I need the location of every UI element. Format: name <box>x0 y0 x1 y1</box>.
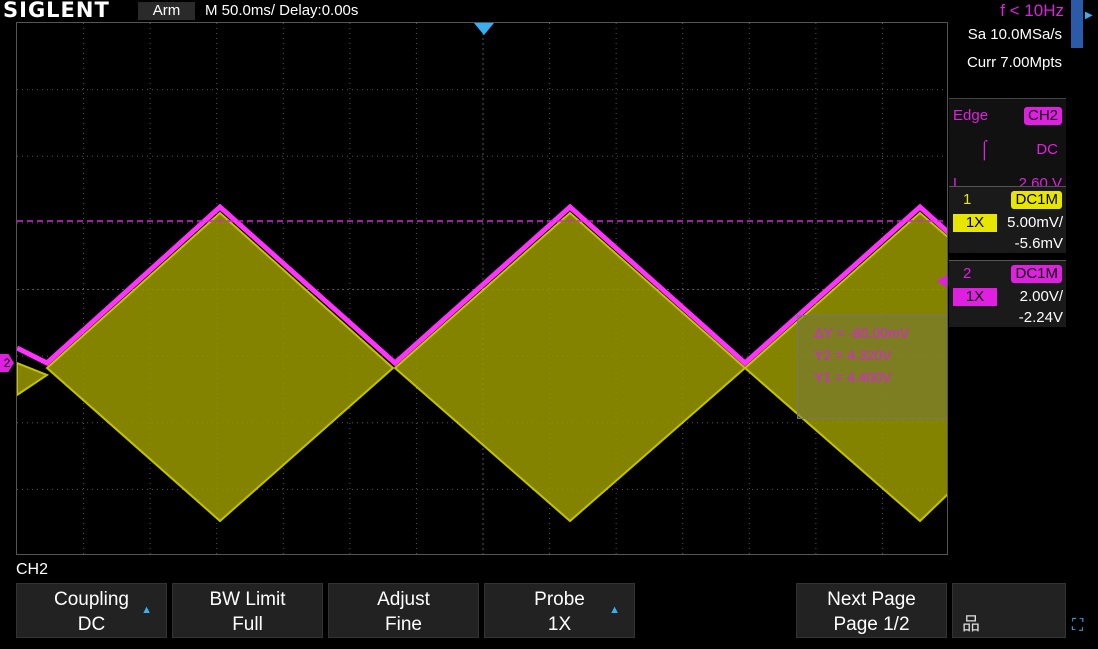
adjust-softkey[interactable]: Adjust Fine <box>328 583 479 638</box>
chevron-up-icon: ▲ <box>141 604 152 616</box>
ch2-marker-label: 2 <box>3 356 11 370</box>
cursor-y1: Y1 = 4.400V <box>814 369 892 385</box>
ch1-offset: -5.6mV <box>1014 235 1063 252</box>
ch2-scale: 2.00V/ <box>1019 288 1063 305</box>
run-status[interactable]: Arm <box>138 2 195 20</box>
rising-edge-icon: ⌠ <box>979 139 990 159</box>
fullscreen-icon[interactable]: ⛶ <box>1072 617 1083 635</box>
memory-depth: Curr 7.00Mpts <box>966 54 1062 71</box>
cursor-delta-y: ΔY = -80.00mV <box>814 325 910 341</box>
bw-limit-softkey[interactable]: BW Limit Full <box>172 583 323 638</box>
next-page-softkey[interactable]: Next Page Page 1/2 <box>796 583 947 638</box>
scroll-right-icon[interactable]: ▶ <box>1085 10 1093 21</box>
ch1-info-panel[interactable]: 1 DC1M 1X 5.00mV/ -5.6mV <box>949 186 1066 253</box>
trigger-type: Edge <box>953 107 989 124</box>
ch1-probe: 1X <box>953 214 997 232</box>
ch2-info-panel[interactable]: 2 DC1M 1X 2.00V/ -2.24V <box>949 260 1066 327</box>
waveform-svg <box>17 23 947 554</box>
bw-limit-value: Full <box>232 614 263 635</box>
cursor-y2: Y2 = 4.320V <box>814 347 892 363</box>
coupling-softkey[interactable]: Coupling DC ▲ <box>16 583 167 638</box>
ch1-number: 1 <box>963 191 972 208</box>
waveform-display[interactable]: ΔY = -80.00mV Y2 = 4.320V Y1 = 4.400V <box>16 22 948 555</box>
ch2-offset-marker[interactable]: 2 <box>0 354 14 372</box>
ch2-coupling: DC1M <box>1011 265 1062 283</box>
trigger-coupling: DC <box>1036 141 1058 158</box>
next-page-value: Page 1/2 <box>833 614 910 635</box>
cursor-measurement-box: ΔY = -80.00mV Y2 = 4.320V Y1 = 4.400V <box>797 315 947 419</box>
ch1-coupling: DC1M <box>1011 191 1062 209</box>
top-status-bar: SIGLENT Arm M 50.0ms/ Delay:0.00s f < 10… <box>0 0 1070 22</box>
timebase-readout[interactable]: M 50.0ms/ Delay:0.00s <box>205 2 358 20</box>
chevron-up-icon: ▲ <box>609 604 620 616</box>
probe-softkey[interactable]: Probe 1X ▲ <box>484 583 635 638</box>
adjust-label: Adjust <box>377 589 430 610</box>
adjust-value: Fine <box>385 614 422 635</box>
menu-title: CH2 <box>16 561 49 578</box>
frequency-readout: f < 10Hz <box>1000 1 1064 20</box>
ch1-scale: 5.00mV/ <box>1007 214 1063 231</box>
brand-logo: SIGLENT <box>3 0 110 22</box>
oscilloscope-ui: SIGLENT Arm M 50.0ms/ Delay:0.00s f < 10… <box>0 0 1098 649</box>
ch2-probe: 1X <box>953 288 997 306</box>
trigger-source: CH2 <box>1023 107 1062 125</box>
next-page-label: Next Page <box>827 589 916 610</box>
scrollbar[interactable] <box>1071 0 1083 48</box>
trigger-position-marker[interactable] <box>474 23 494 35</box>
network-icon[interactable]: 品 <box>962 610 980 636</box>
sample-rate: Sa 10.0MSa/s <box>967 26 1062 43</box>
ch2-number: 2 <box>963 265 972 282</box>
ch2-offset: -2.24V <box>1018 309 1063 326</box>
bw-limit-label: BW Limit <box>209 589 286 610</box>
right-info-panel: Sa 10.0MSa/s Curr 7.00Mpts Edge CH2 ⌠ DC… <box>949 22 1066 555</box>
